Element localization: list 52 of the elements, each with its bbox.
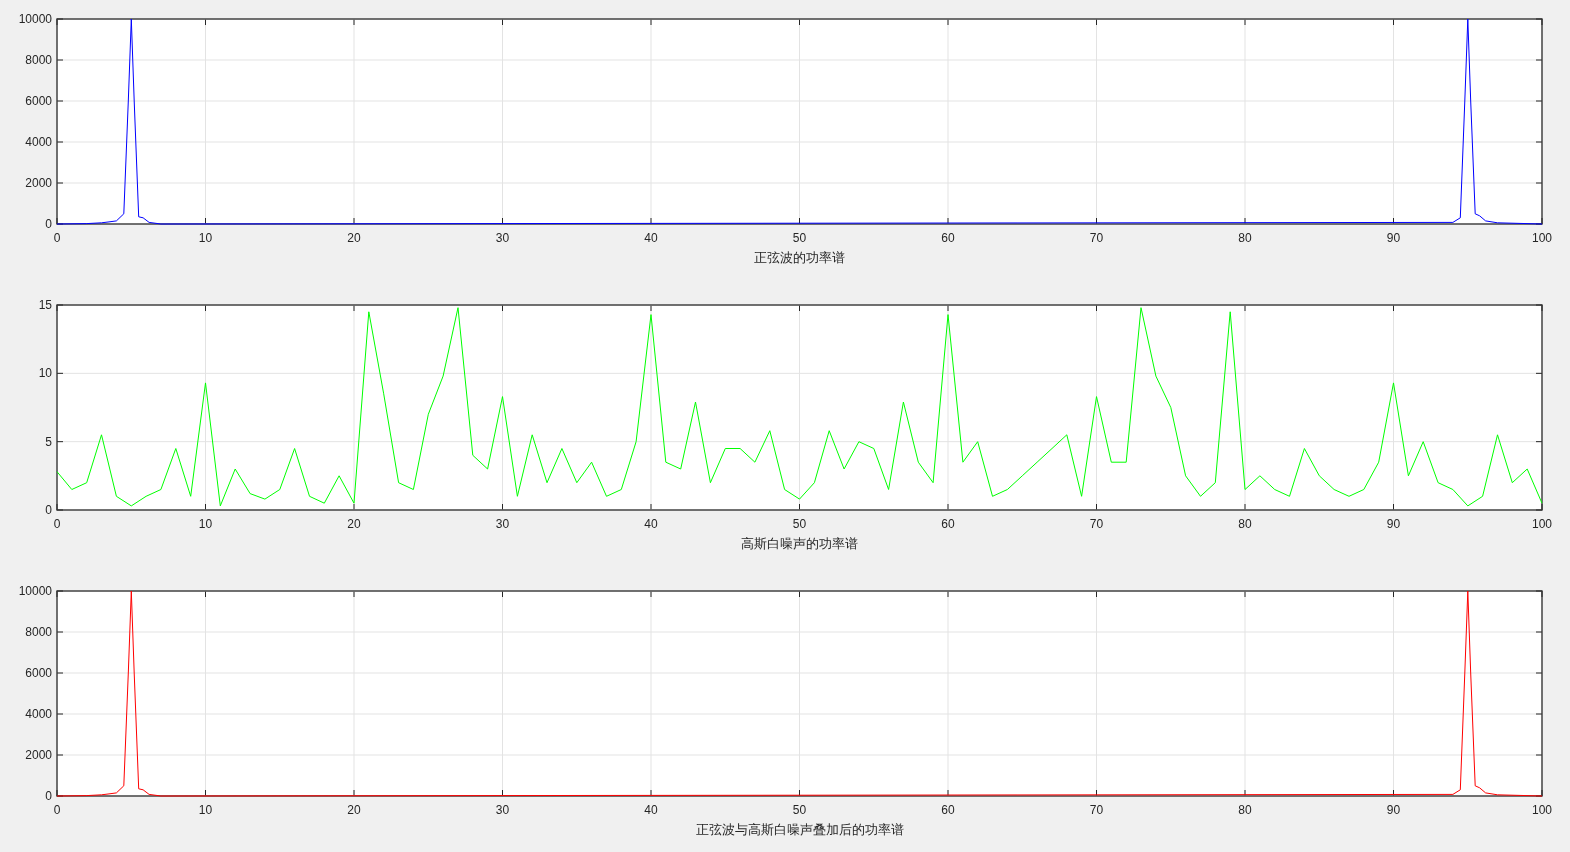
tick-label: 20 <box>347 803 361 817</box>
tick-label: 30 <box>495 803 510 817</box>
tick-label: 4000 <box>25 135 52 149</box>
tick-label: 50 <box>792 231 807 245</box>
tick-label: 100 <box>1532 517 1552 531</box>
tick-label: 0 <box>53 517 61 531</box>
tick-label: 60 <box>941 517 955 531</box>
tick-label: 70 <box>1089 231 1104 245</box>
tick-label: 8000 <box>25 53 52 67</box>
tick-label: 4000 <box>25 707 52 721</box>
tick-label: 70 <box>1089 803 1104 817</box>
tick-label: 10 <box>198 231 213 245</box>
tick-label: 10 <box>198 517 213 531</box>
tick-label: 90 <box>1386 803 1401 817</box>
tick-label: 100 <box>1532 231 1552 245</box>
tick-label: 70 <box>1089 517 1104 531</box>
axis-label: 高斯白噪声的功率谱 <box>741 536 858 551</box>
tick-label: 2000 <box>25 176 52 190</box>
tick-label: 10000 <box>18 584 52 598</box>
tick-label: 0 <box>53 803 61 817</box>
tick-label: 10000 <box>18 12 52 26</box>
tick-label: 10 <box>198 803 213 817</box>
tick-label: 6000 <box>25 666 52 680</box>
axis-label: 正弦波与高斯白噪声叠加后的功率谱 <box>695 822 904 837</box>
tick-label: 80 <box>1238 517 1252 531</box>
tick-label: 80 <box>1238 231 1252 245</box>
tick-label: 8000 <box>25 625 52 639</box>
tick-label: 0 <box>45 789 52 803</box>
tick-label: 0 <box>53 231 61 245</box>
tick-label: 5 <box>45 434 52 449</box>
tick-label: 15 <box>38 298 52 312</box>
tick-label: 90 <box>1386 517 1401 531</box>
tick-label: 20 <box>347 231 361 245</box>
tick-label: 40 <box>644 517 658 531</box>
tick-label: 60 <box>941 803 955 817</box>
tick-label: 60 <box>941 231 955 245</box>
tick-label: 80 <box>1238 803 1252 817</box>
tick-label: 2000 <box>25 748 52 762</box>
tick-label: 40 <box>644 231 658 245</box>
tick-label: 50 <box>792 517 807 531</box>
tick-label: 30 <box>495 231 510 245</box>
tick-label: 50 <box>792 803 807 817</box>
tick-label: 10 <box>38 366 52 381</box>
tick-label: 0 <box>45 217 52 231</box>
tick-label: 90 <box>1386 231 1401 245</box>
tick-label: 100 <box>1532 803 1552 817</box>
tick-label: 0 <box>45 503 52 517</box>
tick-label: 40 <box>644 803 658 817</box>
tick-label: 30 <box>495 517 510 531</box>
tick-label: 20 <box>347 517 361 531</box>
axis-label: 正弦波的功率谱 <box>754 250 845 265</box>
tick-label: 6000 <box>25 94 52 108</box>
